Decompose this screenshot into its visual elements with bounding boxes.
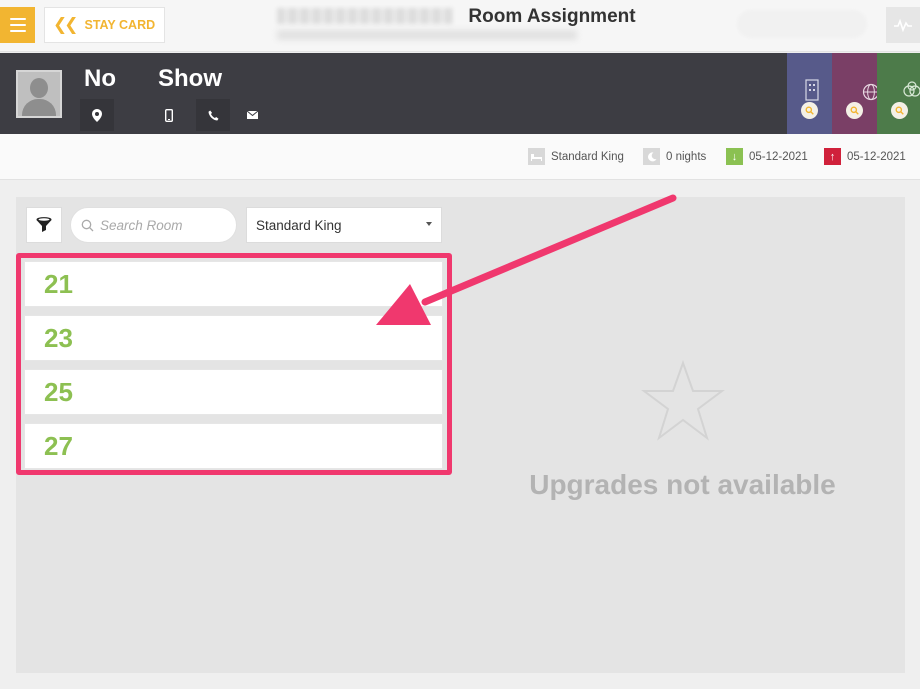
upgrades-panel: Upgrades not available <box>500 360 865 501</box>
circles-tab[interactable] <box>877 53 920 134</box>
stay-info-strip: Standard King 0 nights ↓ 05-12-2021 ↑ 05… <box>0 134 920 180</box>
guest-header: No Show <box>0 53 920 134</box>
arrival-date: 05-12-2021 <box>749 150 808 163</box>
nights-info: 0 nights <box>643 148 706 165</box>
search-room-input[interactable] <box>100 217 230 233</box>
departure-info: ↑ 05-12-2021 <box>824 148 906 165</box>
nights-text: 0 nights <box>666 150 707 163</box>
room-list: 21 23 25 27 <box>24 261 443 477</box>
search-icon <box>846 102 863 119</box>
building-tab[interactable] <box>787 53 832 134</box>
stay-card-label: STAY CARD <box>84 18 156 32</box>
search-room-field[interactable] <box>70 207 237 243</box>
top-bar: ❮❮ STAY CARD Room Assignment <box>0 0 920 52</box>
departure-date: 05-12-2021 <box>847 150 906 163</box>
room-type-text: Standard King <box>551 150 624 163</box>
avatar <box>16 70 62 118</box>
room-assignment-page: ❮❮ STAY CARD Room Assignment No Show Sta… <box>0 0 920 689</box>
activity-pulse-icon[interactable] <box>886 7 920 43</box>
guest-first-name: No <box>84 65 116 92</box>
blurred-guest-name <box>277 8 453 24</box>
moon-icon <box>643 148 660 165</box>
search-icon <box>81 219 94 231</box>
room-type-dropdown[interactable]: Standard King <box>246 207 442 243</box>
building-icon <box>805 79 819 101</box>
funnel-filter-icon[interactable] <box>26 207 62 243</box>
search-icon <box>801 102 818 119</box>
guest-last-name: Show <box>158 65 222 92</box>
email-icon[interactable] <box>235 99 269 131</box>
bed-icon <box>528 148 545 165</box>
room-row[interactable]: 21 <box>24 261 443 307</box>
hamburger-menu-icon[interactable] <box>0 7 35 43</box>
room-row[interactable]: 25 <box>24 369 443 415</box>
search-icon <box>891 102 908 119</box>
caret-down-icon <box>426 222 432 226</box>
star-outline-icon <box>640 360 725 441</box>
globe-tab[interactable] <box>832 53 880 134</box>
room-type-info: Standard King <box>528 148 624 165</box>
mobile-phone-icon[interactable] <box>152 99 186 131</box>
upgrades-message: Upgrades not available <box>529 469 836 500</box>
stay-card-back-button[interactable]: ❮❮ STAY CARD <box>44 7 165 43</box>
double-chevron-left-icon: ❮❮ <box>53 15 78 34</box>
departure-up-arrow-icon: ↑ <box>824 148 841 165</box>
room-type-selected-value: Standard King <box>256 217 342 233</box>
room-row[interactable]: 23 <box>24 315 443 361</box>
location-pin-icon[interactable] <box>80 99 114 131</box>
blurred-guest-detail <box>277 30 577 40</box>
page-title: Room Assignment <box>468 6 636 27</box>
room-row[interactable]: 27 <box>24 423 443 469</box>
circles-icon <box>903 81 920 97</box>
arrival-down-arrow-icon: ↓ <box>726 148 743 165</box>
arrival-info: ↓ 05-12-2021 <box>726 148 808 165</box>
blurred-search-field[interactable] <box>737 10 867 38</box>
phone-icon[interactable] <box>196 99 230 131</box>
